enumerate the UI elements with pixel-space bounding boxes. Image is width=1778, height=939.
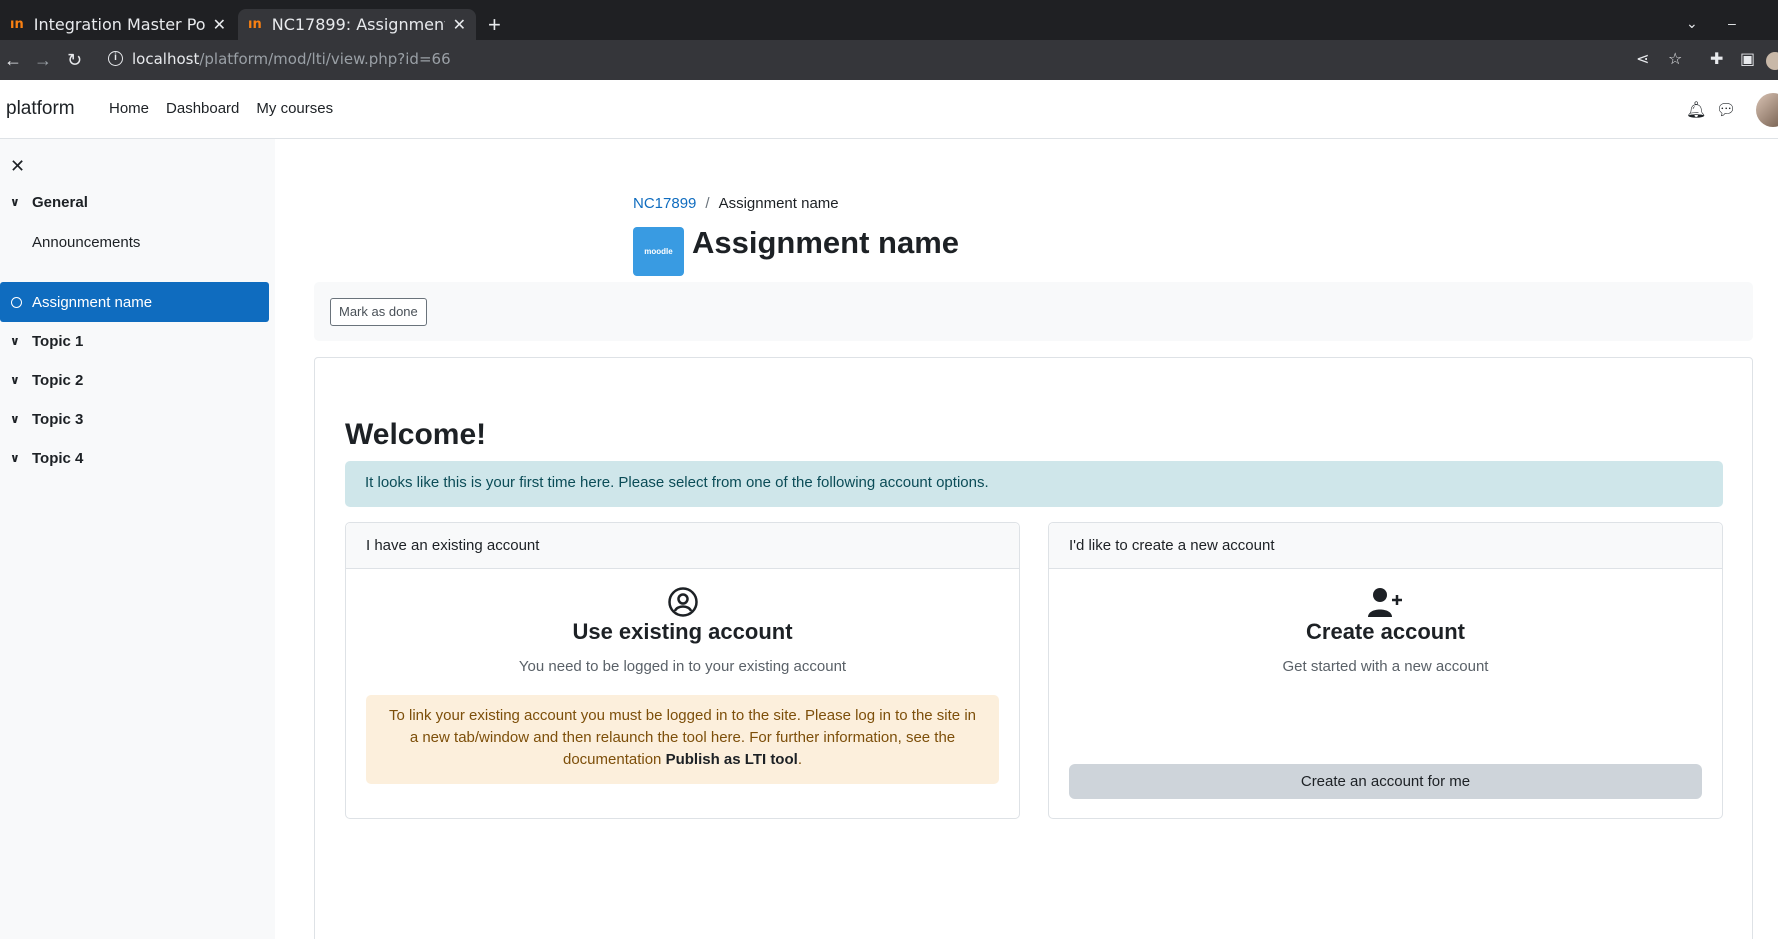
existing-account-card: I have an existing account Use existing … <box>345 522 1020 819</box>
close-tab-icon[interactable]: ✕ <box>213 15 226 34</box>
extensions-icon[interactable]: ✚ <box>1710 40 1723 80</box>
info-alert: It looks like this is your first time he… <box>345 461 1723 507</box>
lti-content-frame: Welcome! It looks like this is your firs… <box>314 357 1753 939</box>
browser-tabstrip: ın Integration Master Postg ✕ ın NC17899… <box>0 9 1778 40</box>
existing-account-header: I have an existing account <box>346 523 1019 569</box>
moodle-favicon-icon: ın <box>248 17 262 32</box>
primary-navigation: Home Dashboard My courses <box>109 100 333 117</box>
browser-profile-avatar[interactable] <box>1766 52 1778 70</box>
course-index-section-general[interactable]: ∨ General <box>0 182 269 222</box>
chevron-down-icon[interactable]: ∨ <box>10 334 22 348</box>
course-index-section-topic-1[interactable]: ∨ Topic 1 <box>0 321 269 361</box>
warning-alert: To link your existing account you must b… <box>366 695 999 784</box>
create-account-button[interactable]: Create an account for me <box>1069 764 1702 799</box>
breadcrumb: NC17899 / Assignment name <box>633 195 839 212</box>
url-text: localhost/platform/mod/lti/view.php?id=6… <box>132 50 451 68</box>
nav-my-courses[interactable]: My courses <box>256 100 333 117</box>
course-index-label: Topic 1 <box>32 332 84 350</box>
browser-tab-2[interactable]: ın NC17899: Assignment na ✕ <box>238 9 476 40</box>
minimize-icon[interactable]: – <box>1728 15 1736 31</box>
reload-icon[interactable]: ↻ <box>67 40 82 80</box>
mark-as-done-button[interactable]: Mark as done <box>330 298 427 326</box>
new-tab-icon[interactable]: + <box>488 9 501 40</box>
messages-icon[interactable]: 💬︎ <box>1716 100 1736 120</box>
activity-icon-label: moodle <box>644 247 673 256</box>
site-navbar: platform Home Dashboard My courses 🔔︎ 💬︎ <box>0 80 1778 139</box>
welcome-heading: Welcome! <box>345 418 487 451</box>
course-index-label: Assignment name <box>32 293 153 311</box>
course-index-item-announcements[interactable]: Announcements <box>0 222 269 262</box>
site-brand[interactable]: platform <box>6 98 75 120</box>
create-account-card: I'd like to create a new account Create … <box>1048 522 1723 819</box>
breadcrumb-current: Assignment name <box>718 195 839 212</box>
course-index-section-topic-2[interactable]: ∨ Topic 2 <box>0 360 269 400</box>
existing-account-subtitle: You need to be logged in to your existin… <box>518 658 847 675</box>
course-index-section-topic-3[interactable]: ∨ Topic 3 <box>0 399 269 439</box>
breadcrumb-separator: / <box>705 195 710 212</box>
notifications-bell-icon[interactable]: 🔔︎ <box>1686 100 1706 120</box>
publish-as-lti-tool-link[interactable]: Publish as LTI tool <box>666 751 798 768</box>
user-plus-icon <box>1049 586 1722 623</box>
bookmark-star-icon[interactable]: ☆ <box>1668 40 1682 80</box>
tab-search-icon[interactable]: ⌄ <box>1686 15 1698 32</box>
create-account-header: I'd like to create a new account <box>1049 523 1722 569</box>
user-avatar[interactable] <box>1756 93 1778 127</box>
existing-account-title: Use existing account <box>572 619 793 644</box>
moodle-favicon-icon: ın <box>10 17 24 32</box>
user-circle-icon <box>346 586 1019 623</box>
close-drawer-icon[interactable]: ✕ <box>10 156 25 177</box>
browser-tab-1[interactable]: ın Integration Master Postg ✕ <box>0 9 236 40</box>
breadcrumb-course-link[interactable]: NC17899 <box>633 195 696 212</box>
chevron-down-icon[interactable]: ∨ <box>10 373 22 387</box>
tab-title: NC17899: Assignment na <box>271 15 445 34</box>
lti-activity-icon: moodle <box>633 227 684 276</box>
course-index-label: Topic 3 <box>32 410 84 428</box>
course-index-label: Announcements <box>32 233 141 251</box>
course-index-item-assignment[interactable]: Assignment name <box>0 282 269 322</box>
warning-end: . <box>797 751 802 768</box>
chevron-down-icon[interactable]: ∨ <box>10 195 22 209</box>
os-title-strip <box>0 0 1778 9</box>
nav-dashboard[interactable]: Dashboard <box>166 100 239 117</box>
site-info-icon[interactable]: i <box>108 51 123 66</box>
create-account-subtitle: Get started with a new account <box>1282 658 1489 675</box>
side-panel-icon[interactable]: ▣ <box>1740 40 1755 80</box>
forward-icon[interactable]: → <box>34 40 52 80</box>
share-icon[interactable]: ⋖ <box>1636 40 1649 80</box>
completion-circle-icon <box>11 296 22 308</box>
close-tab-icon[interactable]: ✕ <box>453 15 466 34</box>
course-index-label: Topic 2 <box>32 371 84 389</box>
address-bar[interactable]: i localhost/platform/mod/lti/view.php?id… <box>98 46 1658 74</box>
course-index-label: General <box>32 193 88 211</box>
chevron-down-icon[interactable]: ∨ <box>10 451 22 465</box>
create-account-title: Create account <box>1306 619 1465 644</box>
course-index-label: Topic 4 <box>32 449 84 467</box>
back-icon[interactable]: ← <box>4 40 22 80</box>
browser-toolbar: ← → ↻ i localhost/platform/mod/lti/view.… <box>0 40 1778 80</box>
course-index-drawer: ✕ ∨ General Announcements Assignment nam… <box>0 139 275 939</box>
nav-home[interactable]: Home <box>109 100 149 117</box>
activity-completion-bar: Mark as done <box>314 282 1753 341</box>
tab-title: Integration Master Postg <box>33 15 205 34</box>
page-title: Assignment name <box>692 225 960 260</box>
course-index-section-topic-4[interactable]: ∨ Topic 4 <box>0 438 269 478</box>
chevron-down-icon[interactable]: ∨ <box>10 412 22 426</box>
